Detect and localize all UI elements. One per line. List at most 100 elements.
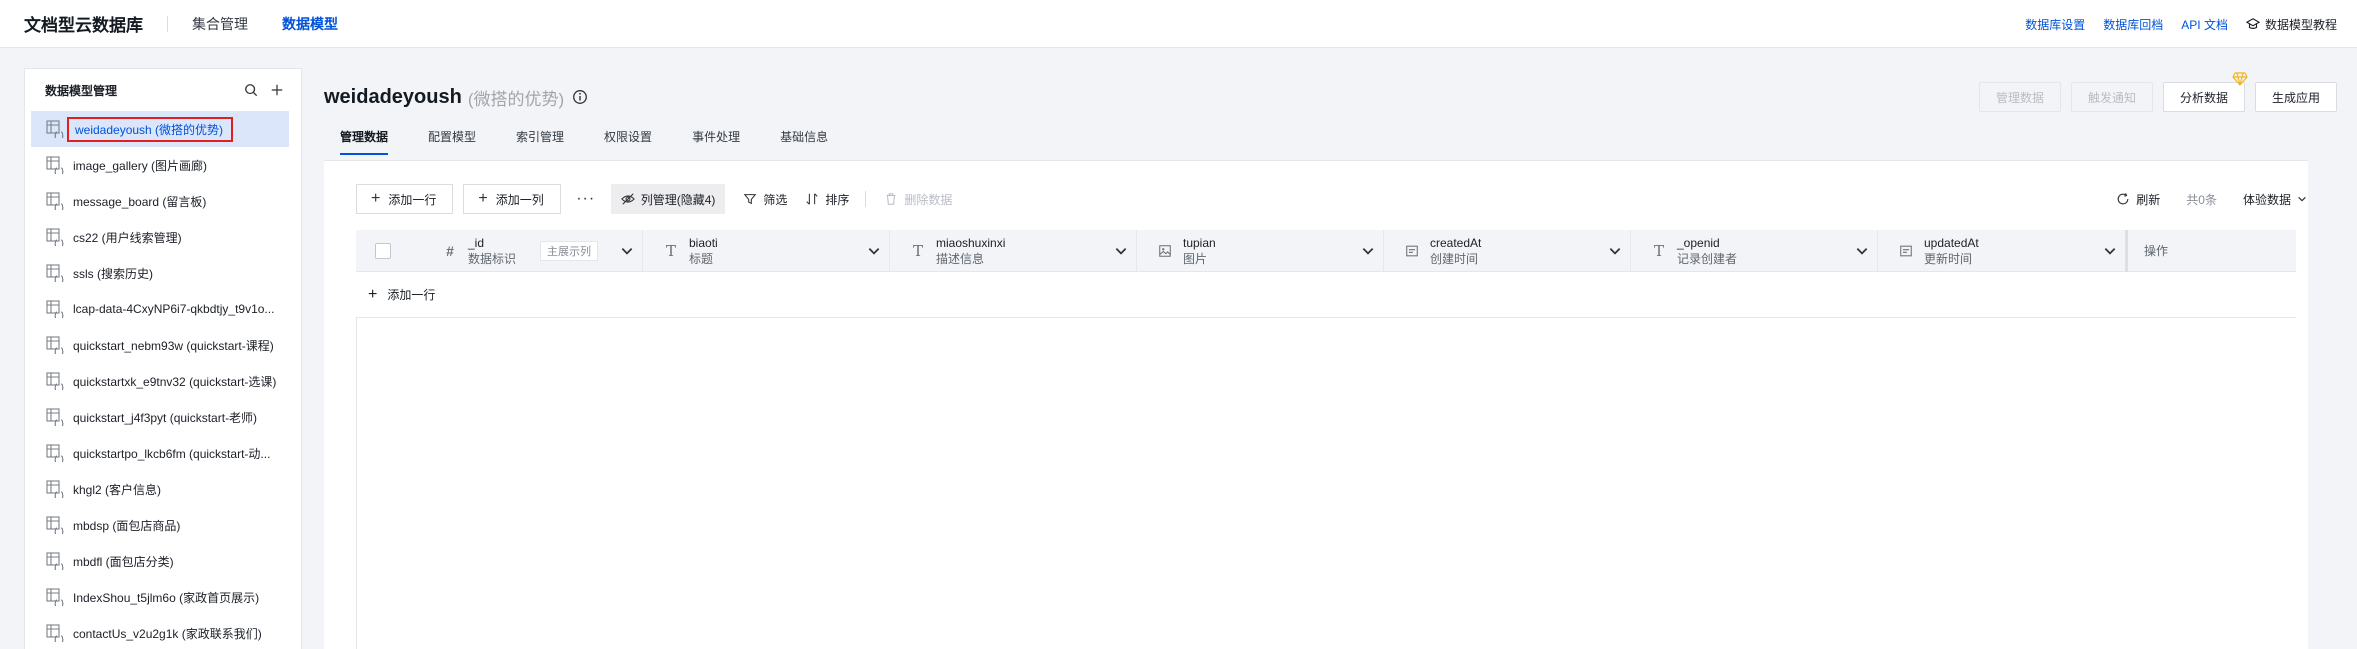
tab-index-manage[interactable]: 索引管理 xyxy=(516,122,564,152)
sidebar-item-model[interactable]: message_board (留言板) xyxy=(31,183,289,219)
toolbar-right: 刷新 共0条 体验数据 xyxy=(2116,184,2307,214)
model-sidebar: 数据模型管理 weidadeyoush (微搭的优势) image_gallery… xyxy=(24,68,302,649)
table-model-icon xyxy=(45,443,65,463)
sidebar-item-label: lcap-data-4CxyNP6i7-qkbdtjy_t9v1o... xyxy=(73,302,275,316)
search-icon[interactable] xyxy=(241,80,261,100)
sidebar-item-model[interactable]: cs22 (用户线索管理) xyxy=(31,219,289,255)
sidebar-item-model[interactable]: image_gallery (图片画廊) xyxy=(31,147,289,183)
add-row-button[interactable]: + 添加一行 xyxy=(356,184,454,214)
column-header-id[interactable]: # _id 数据标识 主展示列 xyxy=(410,229,643,272)
sidebar-item-model[interactable]: mbdfl (面包店分类) xyxy=(31,543,289,579)
table-model-icon xyxy=(45,227,65,247)
sidebar-item-model[interactable]: quickstart_j4f3pyt (quickstart-老师) xyxy=(31,399,289,435)
sidebar-item-model[interactable]: quickstart_nebm93w (quickstart-课程) xyxy=(31,327,289,363)
chevron-down-icon[interactable] xyxy=(1608,244,1622,258)
tab-events[interactable]: 事件处理 xyxy=(692,122,740,152)
image-type-icon xyxy=(1157,243,1173,259)
sidebar-item-label: quickstart_nebm93w (quickstart-课程) xyxy=(73,338,274,353)
sidebar-item-model[interactable]: khgl2 (客户信息) xyxy=(31,471,289,507)
column-header-biaoti[interactable]: Tbiaoti 标题 xyxy=(643,229,890,272)
sidebar-item-model[interactable]: quickstartxk_e9tnv32 (quickstart-选课) xyxy=(31,363,289,399)
chevron-down-icon[interactable] xyxy=(867,244,881,258)
trial-data-dropdown[interactable]: 体验数据 xyxy=(2243,191,2307,208)
tab-basic-info[interactable]: 基础信息 xyxy=(780,122,828,152)
table-model-icon xyxy=(45,479,65,499)
more-icon[interactable]: ··· xyxy=(571,190,601,208)
chevron-down-icon[interactable] xyxy=(2103,244,2117,258)
hash-icon: # xyxy=(446,242,454,259)
column-field-title: 记录创建者 xyxy=(1677,251,1738,266)
sidebar-title: 数据模型管理 xyxy=(45,83,118,98)
chevron-down-icon[interactable] xyxy=(1114,244,1128,258)
sort-label: 排序 xyxy=(825,192,850,207)
sidebar-item-label: weidadeyoush (微搭的优势) xyxy=(67,116,234,142)
trigger-notice-button[interactable]: 触发通知 xyxy=(2070,82,2153,112)
table-model-icon xyxy=(45,371,65,391)
date-type-icon xyxy=(1898,243,1914,259)
add-column-button[interactable]: + 添加一列 xyxy=(463,184,561,214)
grid-add-row[interactable]: + 添加一行 xyxy=(356,272,2296,318)
column-manage-button[interactable]: 列管理(隐藏4) xyxy=(610,184,726,214)
tab-manage-data[interactable]: 管理数据 xyxy=(340,122,389,155)
sidebar-item-model[interactable]: weidadeyoush (微搭的优势) xyxy=(31,111,289,147)
column-field-title: 数据标识 xyxy=(468,251,517,266)
info-icon[interactable] xyxy=(572,89,588,105)
filter-button[interactable]: 筛选 xyxy=(743,191,787,208)
column-header-updatedAt[interactable]: updatedAt 更新时间 xyxy=(1878,230,2125,272)
add-icon[interactable] xyxy=(267,80,287,100)
link-db-settings[interactable]: 数据库设置 xyxy=(2025,16,2085,33)
nav-data-model[interactable]: 数据模型 xyxy=(282,14,338,34)
sidebar-item-model[interactable]: ssls (搜索历史) xyxy=(31,255,289,291)
sidebar-item-label: cs22 (用户线索管理) xyxy=(73,230,182,245)
column-field-name: _id xyxy=(468,235,485,250)
link-db-rollback[interactable]: 数据库回档 xyxy=(2103,16,2163,33)
column-header-openid[interactable]: T _openid 记录创建者 xyxy=(1631,229,1878,272)
sidebar-item-model[interactable]: quickstartpo_lkcb6fm (quickstart-动... xyxy=(31,435,289,471)
delete-data-label: 删除数据 xyxy=(904,192,953,207)
column-names: tupian 图片 xyxy=(1183,235,1361,267)
nav-collection-manage[interactable]: 集合管理 xyxy=(192,14,248,34)
column-header-miaoshuxinxi[interactable]: Tmiaoshuxinxi 描述信息 xyxy=(890,229,1137,272)
sort-button[interactable]: 排序 xyxy=(805,191,849,208)
trial-data-label: 体验数据 xyxy=(2242,192,2291,207)
sidebar-item-model[interactable]: contactUs_v2u2g1k (家政联系我们) xyxy=(31,615,289,649)
sort-icon xyxy=(806,193,819,205)
primary-column-badge: 主展示列 xyxy=(540,240,598,261)
sidebar-item-model[interactable]: mbdsp (面包店商品) xyxy=(31,507,289,543)
analyze-label: 分析数据 xyxy=(2179,90,2228,105)
tab-permissions[interactable]: 权限设置 xyxy=(604,122,652,152)
graduation-cap-icon xyxy=(2245,18,2260,29)
select-all-checkbox[interactable] xyxy=(375,242,391,259)
refresh-button[interactable]: 刷新 xyxy=(2116,191,2160,208)
link-api-docs[interactable]: API 文档 xyxy=(2181,16,2228,33)
analyze-data-button[interactable]: 分析数据 xyxy=(2162,72,2248,112)
select-all-cell xyxy=(356,242,410,259)
app-brand: 文档型云数据库 xyxy=(24,16,143,35)
generate-app-button[interactable]: 生成应用 xyxy=(2254,82,2337,112)
date-type-icon xyxy=(1404,243,1420,259)
model-subtitle: (微搭的优势) xyxy=(467,89,565,109)
chevron-down-icon[interactable] xyxy=(1361,244,1375,258)
sidebar-item-label: quickstart_j4f3pyt (quickstart-老师) xyxy=(73,410,258,425)
grid-add-row-label: 添加一行 xyxy=(387,288,436,302)
delete-data-button[interactable]: 删除数据 xyxy=(884,191,952,208)
record-count: 共0条 xyxy=(2186,192,2217,207)
sidebar-item-model[interactable]: IndexShou_t5jlm6o (家政首页展示) xyxy=(31,579,289,615)
chevron-down-icon[interactable] xyxy=(1855,244,1869,258)
column-field-name: updatedAt xyxy=(1924,235,1979,250)
column-field-title: 描述信息 xyxy=(936,251,985,266)
table-model-icon xyxy=(45,335,65,355)
grid-left-border xyxy=(356,318,357,649)
column-header-createdAt[interactable]: createdAt 创建时间 xyxy=(1384,229,1631,272)
tab-config-model[interactable]: 配置模型 xyxy=(428,122,476,152)
refresh-label: 刷新 xyxy=(2136,192,2161,207)
column-names: biaoti 标题 xyxy=(689,235,867,267)
sidebar-item-model[interactable]: lcap-data-4CxyNP6i7-qkbdtjy_t9v1o... xyxy=(31,291,289,327)
column-header-tupian[interactable]: tupian 图片 xyxy=(1137,229,1384,272)
eye-off-icon xyxy=(620,193,635,205)
top-bar: 文档型云数据库 集合管理 数据模型 数据库设置 数据库回档 API 文档 数据模… xyxy=(0,0,2357,48)
manage-data-button[interactable]: 管理数据 xyxy=(1978,82,2061,112)
chevron-down-icon[interactable] xyxy=(620,244,634,258)
data-grid: # _id 数据标识 主展示列 Tbiaoti 标题 Tmiaoshuxinxi 描述… xyxy=(356,229,2296,318)
link-tutorial[interactable]: 数据模型教程 xyxy=(2245,16,2337,33)
